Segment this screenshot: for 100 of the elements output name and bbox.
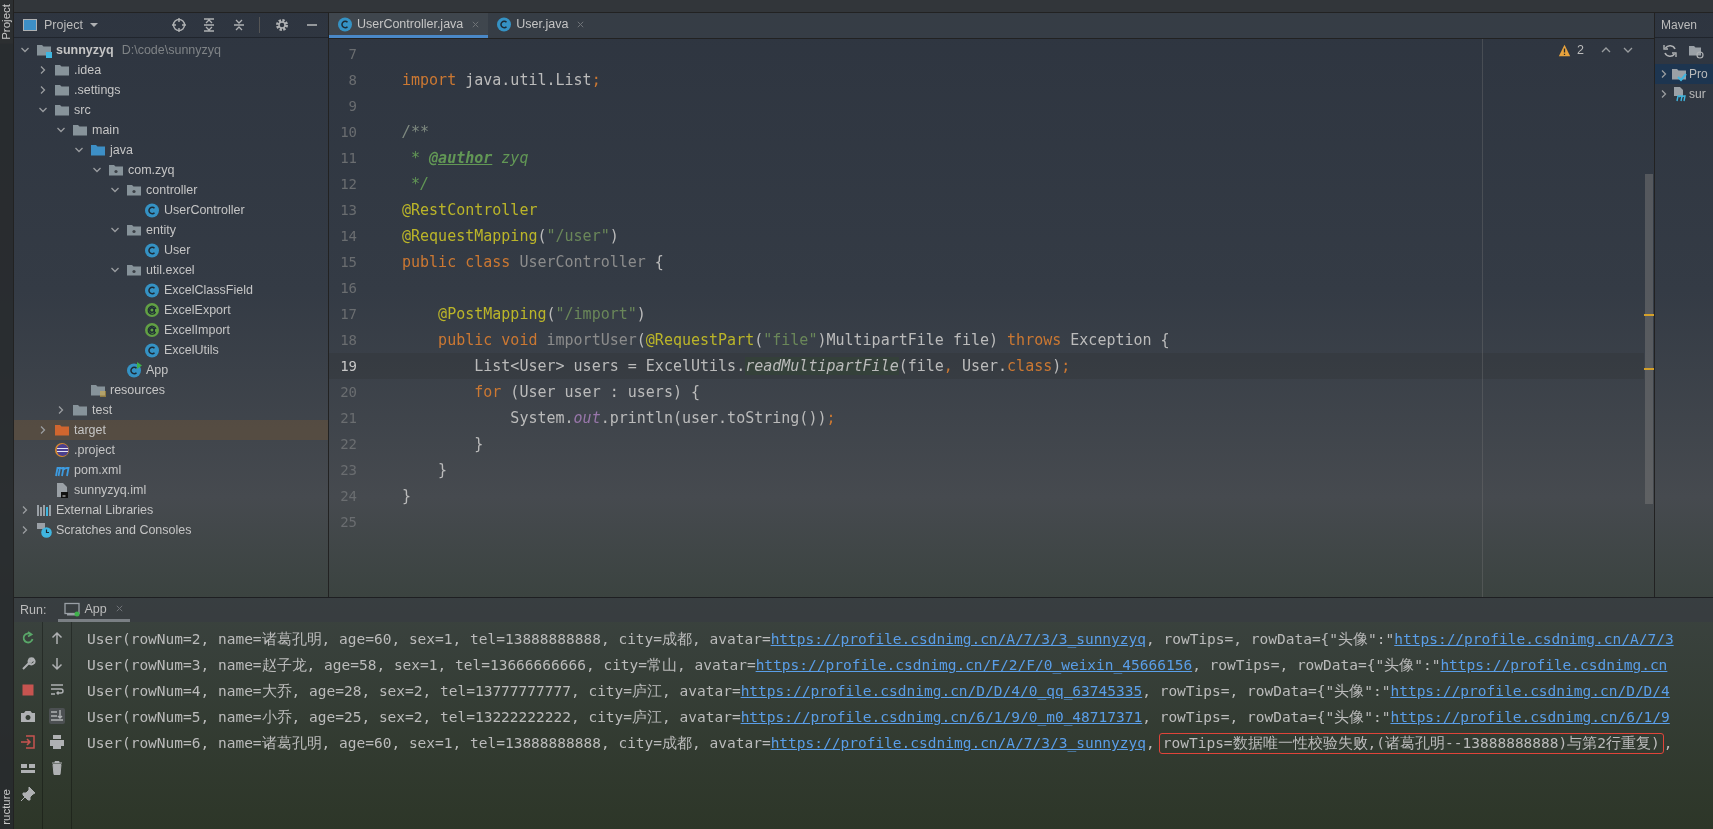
line-number: 8 bbox=[347, 72, 357, 88]
structure-tool-tab[interactable]: ructure bbox=[0, 785, 13, 829]
wrench-icon[interactable] bbox=[20, 656, 36, 672]
chevron-icon[interactable] bbox=[20, 45, 30, 55]
tree-item[interactable]: sunnyzyq D:\code\sunnyzyq bbox=[14, 40, 328, 60]
chevron-icon[interactable] bbox=[20, 505, 30, 515]
console-text: User(rowNum=6, name=诸葛孔明, age=60, sex=1, tel=13888888888, city=成都, avatar= bbox=[87, 733, 771, 753]
console-link[interactable]: https://profile.csdnimg.cn/A/7/3 bbox=[1394, 631, 1674, 647]
warning-count[interactable]: 2 bbox=[1577, 43, 1584, 57]
code-line: } bbox=[473, 435, 484, 453]
chevron-icon[interactable] bbox=[1659, 89, 1669, 99]
exit-icon[interactable] bbox=[20, 734, 36, 750]
console-link[interactable]: https://profile.csdnimg.cn/F/2/F/0_weixin_45666156 bbox=[755, 657, 1193, 673]
class-icon bbox=[144, 342, 160, 358]
tree-item[interactable]: ExcelUtils bbox=[14, 340, 328, 360]
chevron-icon[interactable] bbox=[110, 185, 120, 195]
line-number: 10 bbox=[339, 124, 357, 140]
chevron-icon[interactable] bbox=[56, 405, 66, 415]
run-tab[interactable]: App bbox=[58, 598, 130, 622]
tree-item[interactable]: .settings bbox=[14, 80, 328, 100]
maven-tree-item[interactable]: sur bbox=[1655, 84, 1713, 104]
project-view-dropdown[interactable]: Project bbox=[44, 18, 83, 32]
tree-item[interactable]: .idea bbox=[14, 60, 328, 80]
soft-wrap-icon[interactable] bbox=[49, 682, 65, 698]
chevron-icon[interactable] bbox=[56, 125, 66, 135]
refresh-icon[interactable] bbox=[1662, 43, 1678, 59]
maven-panel-title: Maven bbox=[1655, 13, 1713, 38]
package-icon bbox=[126, 222, 142, 238]
tree-item[interactable]: controller bbox=[14, 180, 328, 200]
trash-icon[interactable] bbox=[49, 760, 65, 776]
pin-icon[interactable] bbox=[20, 786, 36, 802]
code-line: List<User> users = ExcelUtils.readMultipartFile(file, User.class); bbox=[473, 357, 1071, 375]
console-link[interactable]: https://profile.csdnimg.cn/A/7/3/3_sunnyzyq bbox=[770, 631, 1146, 647]
maven-tree-item[interactable]: Pro bbox=[1655, 64, 1713, 84]
class-icon bbox=[144, 282, 160, 298]
print-icon[interactable] bbox=[49, 734, 65, 750]
tree-item[interactable]: src bbox=[14, 100, 328, 120]
chevron-icon[interactable] bbox=[38, 85, 48, 95]
code-line: @RestController bbox=[402, 201, 538, 219]
collapse-all-icon[interactable] bbox=[231, 17, 247, 33]
project-tool-tab[interactable]: Project bbox=[0, 0, 13, 44]
down-arrow-icon[interactable] bbox=[49, 656, 65, 672]
console-link[interactable]: https://profile.csdnimg.cn/6/1/9/0_m0_48717371 bbox=[740, 709, 1143, 725]
tree-item[interactable]: java bbox=[14, 140, 328, 160]
chevron-icon[interactable] bbox=[110, 225, 120, 235]
editor-tab[interactable]: User.java bbox=[488, 13, 594, 38]
up-arrow-icon[interactable] bbox=[49, 630, 65, 646]
chevron-icon[interactable] bbox=[20, 525, 30, 535]
console-link[interactable]: https://profile.csdnimg.cn/D/D/4/0_qq_63745335 bbox=[740, 683, 1143, 699]
tree-item[interactable]: .project bbox=[14, 440, 328, 460]
editor-tab[interactable]: UserController.java bbox=[329, 13, 489, 38]
module-file-icon bbox=[1671, 86, 1687, 102]
close-icon[interactable] bbox=[471, 19, 481, 29]
tree-item[interactable]: ExcelExport bbox=[14, 300, 328, 320]
chevron-icon[interactable] bbox=[38, 105, 48, 115]
code-line: * @author zyq bbox=[410, 149, 529, 167]
tree-item[interactable]: target bbox=[14, 420, 328, 440]
scroll-to-end-icon[interactable] bbox=[49, 708, 65, 724]
console-link[interactable]: https://profile.csdnimg.cn/6/1/9 bbox=[1390, 709, 1670, 725]
tree-item[interactable]: ExcelClassField bbox=[14, 280, 328, 300]
tree-item[interactable]: entity bbox=[14, 220, 328, 240]
tree-item[interactable]: resources bbox=[14, 380, 328, 400]
settings-icon[interactable] bbox=[274, 17, 290, 33]
code-line: @RequestMapping("/user") bbox=[402, 227, 619, 245]
close-icon[interactable] bbox=[576, 19, 586, 29]
window-icon bbox=[22, 17, 38, 33]
tree-item[interactable]: util.excel bbox=[14, 260, 328, 280]
chevron-icon[interactable] bbox=[38, 425, 48, 435]
tree-item[interactable]: Scratches and Consoles bbox=[14, 520, 328, 540]
rerun-icon[interactable] bbox=[20, 630, 36, 646]
console-link[interactable]: https://profile.csdnimg.cn/D/D/4 bbox=[1390, 683, 1670, 699]
package-icon bbox=[108, 162, 124, 178]
crosshair-icon[interactable] bbox=[171, 17, 187, 33]
stop-icon[interactable] bbox=[20, 682, 36, 698]
tree-item[interactable]: test bbox=[14, 400, 328, 420]
chevron-icon[interactable] bbox=[110, 265, 120, 275]
chevron-icon[interactable] bbox=[38, 65, 48, 75]
chevron-icon[interactable] bbox=[74, 145, 84, 155]
tree-item[interactable]: External Libraries bbox=[14, 500, 328, 520]
tree-item[interactable]: User bbox=[14, 240, 328, 260]
tree-item[interactable]: UserController bbox=[14, 200, 328, 220]
console-link[interactable]: https://profile.csdnimg.cn bbox=[1440, 657, 1668, 673]
folder-icon bbox=[54, 82, 70, 98]
close-icon[interactable] bbox=[114, 604, 124, 613]
tree-item[interactable]: com.zyq bbox=[14, 160, 328, 180]
camera-icon[interactable] bbox=[20, 708, 36, 724]
chevron-icon[interactable] bbox=[92, 165, 102, 175]
expand-all-icon[interactable] bbox=[201, 17, 217, 33]
package-icon bbox=[126, 262, 142, 278]
chevron-icon[interactable] bbox=[1659, 69, 1669, 79]
folder-icon[interactable] bbox=[1688, 43, 1704, 59]
tree-item[interactable]: pom.xml bbox=[14, 460, 328, 480]
tree-item[interactable]: sunnyzyq.iml bbox=[14, 480, 328, 500]
tree-item[interactable]: App bbox=[14, 360, 328, 380]
console-text: User(rowNum=2, name=诸葛孔明, age=60, sex=1, tel=13888888888, city=成都, avatar= bbox=[87, 629, 771, 649]
tree-item[interactable]: ExcelImport bbox=[14, 320, 328, 340]
tree-item[interactable]: main bbox=[14, 120, 328, 140]
console-link[interactable]: https://profile.csdnimg.cn/A/7/3/3_sunnyzyq bbox=[770, 735, 1146, 751]
warning-icon[interactable] bbox=[1558, 43, 1572, 57]
caret-icon[interactable] bbox=[88, 22, 99, 28]
